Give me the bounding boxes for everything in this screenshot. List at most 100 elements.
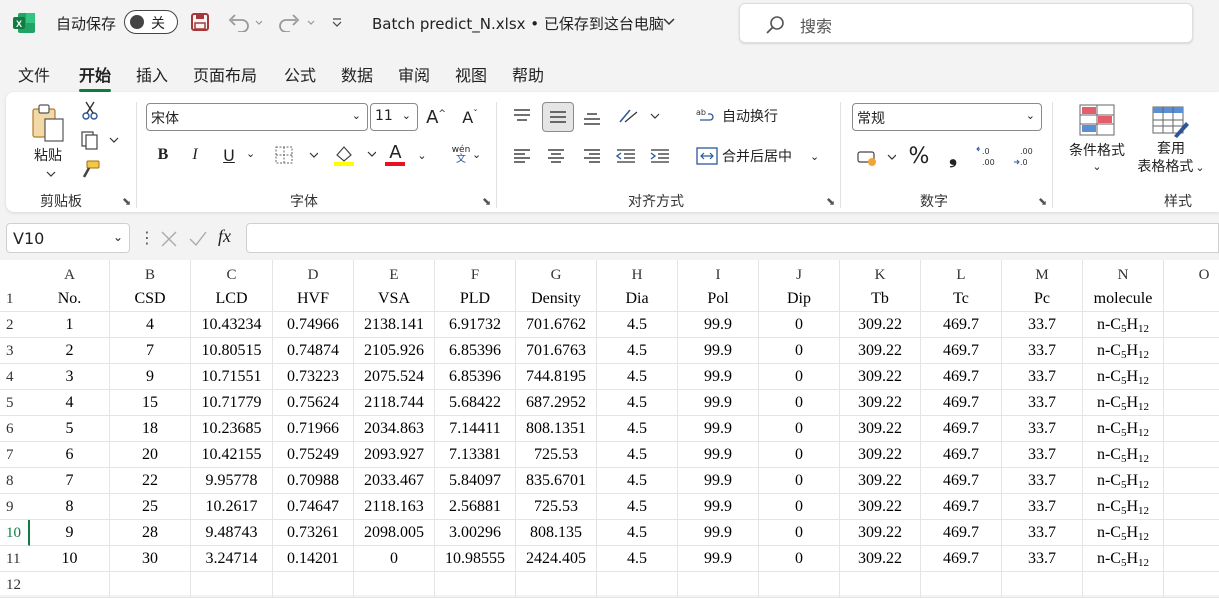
data-cell[interactable]: 0.71966 bbox=[273, 416, 354, 442]
tab-home[interactable]: 开始 bbox=[79, 62, 112, 92]
fill-color-button[interactable] bbox=[330, 142, 378, 168]
data-cell[interactable]: 99.9 bbox=[678, 546, 759, 572]
data-cell[interactable]: 4.5 bbox=[597, 442, 678, 468]
data-cell[interactable]: 10.2617 bbox=[191, 494, 273, 520]
row-header-2[interactable]: 2 bbox=[0, 312, 30, 338]
molecule-cell[interactable]: n-C5H12 bbox=[1083, 338, 1164, 364]
data-cell[interactable]: 0.74874 bbox=[273, 338, 354, 364]
data-cell[interactable]: 4.5 bbox=[597, 338, 678, 364]
font-size-select[interactable]: 11 ⌄ bbox=[370, 103, 418, 131]
data-cell[interactable]: 808.135 bbox=[516, 520, 597, 546]
paste-dropdown-icon[interactable] bbox=[46, 170, 56, 178]
data-cell[interactable]: 469.7 bbox=[921, 338, 1002, 364]
header-cell[interactable]: Density bbox=[516, 286, 597, 312]
data-cell[interactable]: 99.9 bbox=[678, 468, 759, 494]
header-cell[interactable]: No. bbox=[30, 286, 110, 312]
font-color-button[interactable]: A ⌄ bbox=[382, 142, 430, 168]
align-right-button[interactable] bbox=[580, 144, 604, 168]
header-cell[interactable] bbox=[1164, 286, 1219, 312]
data-cell[interactable]: 2424.405 bbox=[516, 546, 597, 572]
data-cell[interactable]: 469.7 bbox=[921, 312, 1002, 338]
data-cell[interactable]: 3 bbox=[30, 364, 110, 390]
align-left-button[interactable] bbox=[510, 144, 534, 168]
data-cell[interactable]: 309.22 bbox=[840, 520, 921, 546]
data-cell[interactable]: 4.5 bbox=[597, 364, 678, 390]
data-cell[interactable]: 33.7 bbox=[1002, 546, 1083, 572]
header-cell[interactable]: Tb bbox=[840, 286, 921, 312]
document-title[interactable]: Batch predict_N.xlsx • 已保存到这台电脑 bbox=[372, 13, 664, 34]
column-header-G[interactable]: G bbox=[516, 260, 597, 286]
molecule-cell[interactable]: n-C5H12 bbox=[1083, 468, 1164, 494]
data-cell[interactable] bbox=[759, 572, 840, 598]
data-cell[interactable]: 4.5 bbox=[597, 546, 678, 572]
header-cell[interactable]: LCD bbox=[191, 286, 273, 312]
column-header-M[interactable]: M bbox=[1002, 260, 1083, 286]
data-cell[interactable] bbox=[1164, 338, 1219, 364]
decrease-decimal-button[interactable]: .00.0 bbox=[1010, 142, 1040, 170]
data-cell[interactable] bbox=[1164, 442, 1219, 468]
align-center-button[interactable] bbox=[544, 144, 568, 168]
data-cell[interactable]: 4.5 bbox=[597, 520, 678, 546]
data-cell[interactable]: 469.7 bbox=[921, 520, 1002, 546]
row-header-1[interactable]: 1 bbox=[0, 286, 30, 312]
tab-review[interactable]: 审阅 bbox=[398, 62, 430, 86]
data-cell[interactable]: 9 bbox=[30, 520, 110, 546]
data-cell[interactable]: 0 bbox=[759, 416, 840, 442]
data-cell[interactable]: 469.7 bbox=[921, 442, 1002, 468]
data-cell[interactable]: 2075.524 bbox=[354, 364, 435, 390]
data-cell[interactable]: 0.74966 bbox=[273, 312, 354, 338]
data-cell[interactable]: 309.22 bbox=[840, 312, 921, 338]
data-cell[interactable] bbox=[354, 572, 435, 598]
data-cell[interactable] bbox=[840, 572, 921, 598]
molecule-cell[interactable]: n-C5H12 bbox=[1083, 416, 1164, 442]
data-cell[interactable]: 5 bbox=[30, 416, 110, 442]
molecule-cell[interactable]: n-C5H12 bbox=[1083, 546, 1164, 572]
orientation-button[interactable] bbox=[616, 104, 662, 128]
cancel-icon[interactable] bbox=[160, 230, 178, 248]
data-cell[interactable]: 9.48743 bbox=[191, 520, 273, 546]
data-cell[interactable]: 0 bbox=[759, 520, 840, 546]
data-cell[interactable]: 99.9 bbox=[678, 442, 759, 468]
data-cell[interactable]: 2118.163 bbox=[354, 494, 435, 520]
molecule-cell[interactable]: n-C5H12 bbox=[1083, 390, 1164, 416]
data-cell[interactable]: 25 bbox=[110, 494, 191, 520]
column-header-B[interactable]: B bbox=[110, 260, 191, 286]
data-cell[interactable]: 99.9 bbox=[678, 416, 759, 442]
column-header-L[interactable]: L bbox=[921, 260, 1002, 286]
data-cell[interactable]: 33.7 bbox=[1002, 468, 1083, 494]
data-cell[interactable]: 0.73261 bbox=[273, 520, 354, 546]
row-header-11[interactable]: 11 bbox=[0, 546, 30, 572]
cut-button[interactable] bbox=[78, 98, 102, 122]
more-icon[interactable]: ⋮ bbox=[139, 228, 155, 247]
data-cell[interactable] bbox=[1164, 468, 1219, 494]
data-cell[interactable]: 20 bbox=[110, 442, 191, 468]
column-header-C[interactable]: C bbox=[191, 260, 273, 286]
tab-data[interactable]: 数据 bbox=[341, 62, 373, 86]
data-cell[interactable]: 6 bbox=[30, 442, 110, 468]
data-cell[interactable]: 9 bbox=[110, 364, 191, 390]
molecule-cell[interactable]: n-C5H12 bbox=[1083, 312, 1164, 338]
name-box[interactable]: V10 ⌄ bbox=[6, 223, 130, 253]
data-cell[interactable]: 0.75249 bbox=[273, 442, 354, 468]
row-header-10[interactable]: 10 bbox=[0, 520, 30, 546]
header-cell[interactable]: Tc bbox=[921, 286, 1002, 312]
bold-button[interactable]: B bbox=[152, 142, 174, 168]
data-cell[interactable] bbox=[1164, 494, 1219, 520]
data-cell[interactable] bbox=[1164, 312, 1219, 338]
data-cell[interactable]: 309.22 bbox=[840, 494, 921, 520]
column-header-A[interactable]: A bbox=[30, 260, 110, 286]
increase-decimal-button[interactable]: .0.00 bbox=[974, 142, 1004, 170]
row-header-6[interactable]: 6 bbox=[0, 416, 30, 442]
data-cell[interactable]: 5.68422 bbox=[435, 390, 516, 416]
data-cell[interactable]: 7 bbox=[110, 338, 191, 364]
data-cell[interactable]: 7 bbox=[30, 468, 110, 494]
data-cell[interactable] bbox=[273, 572, 354, 598]
data-cell[interactable]: 10.42155 bbox=[191, 442, 273, 468]
data-cell[interactable]: 4.5 bbox=[597, 390, 678, 416]
paste-button[interactable]: 粘贴 bbox=[26, 100, 70, 168]
column-header-F[interactable]: F bbox=[435, 260, 516, 286]
data-cell[interactable]: 701.6763 bbox=[516, 338, 597, 364]
italic-button[interactable]: I bbox=[184, 142, 206, 168]
data-cell[interactable]: 33.7 bbox=[1002, 338, 1083, 364]
data-cell[interactable]: 9.95778 bbox=[191, 468, 273, 494]
